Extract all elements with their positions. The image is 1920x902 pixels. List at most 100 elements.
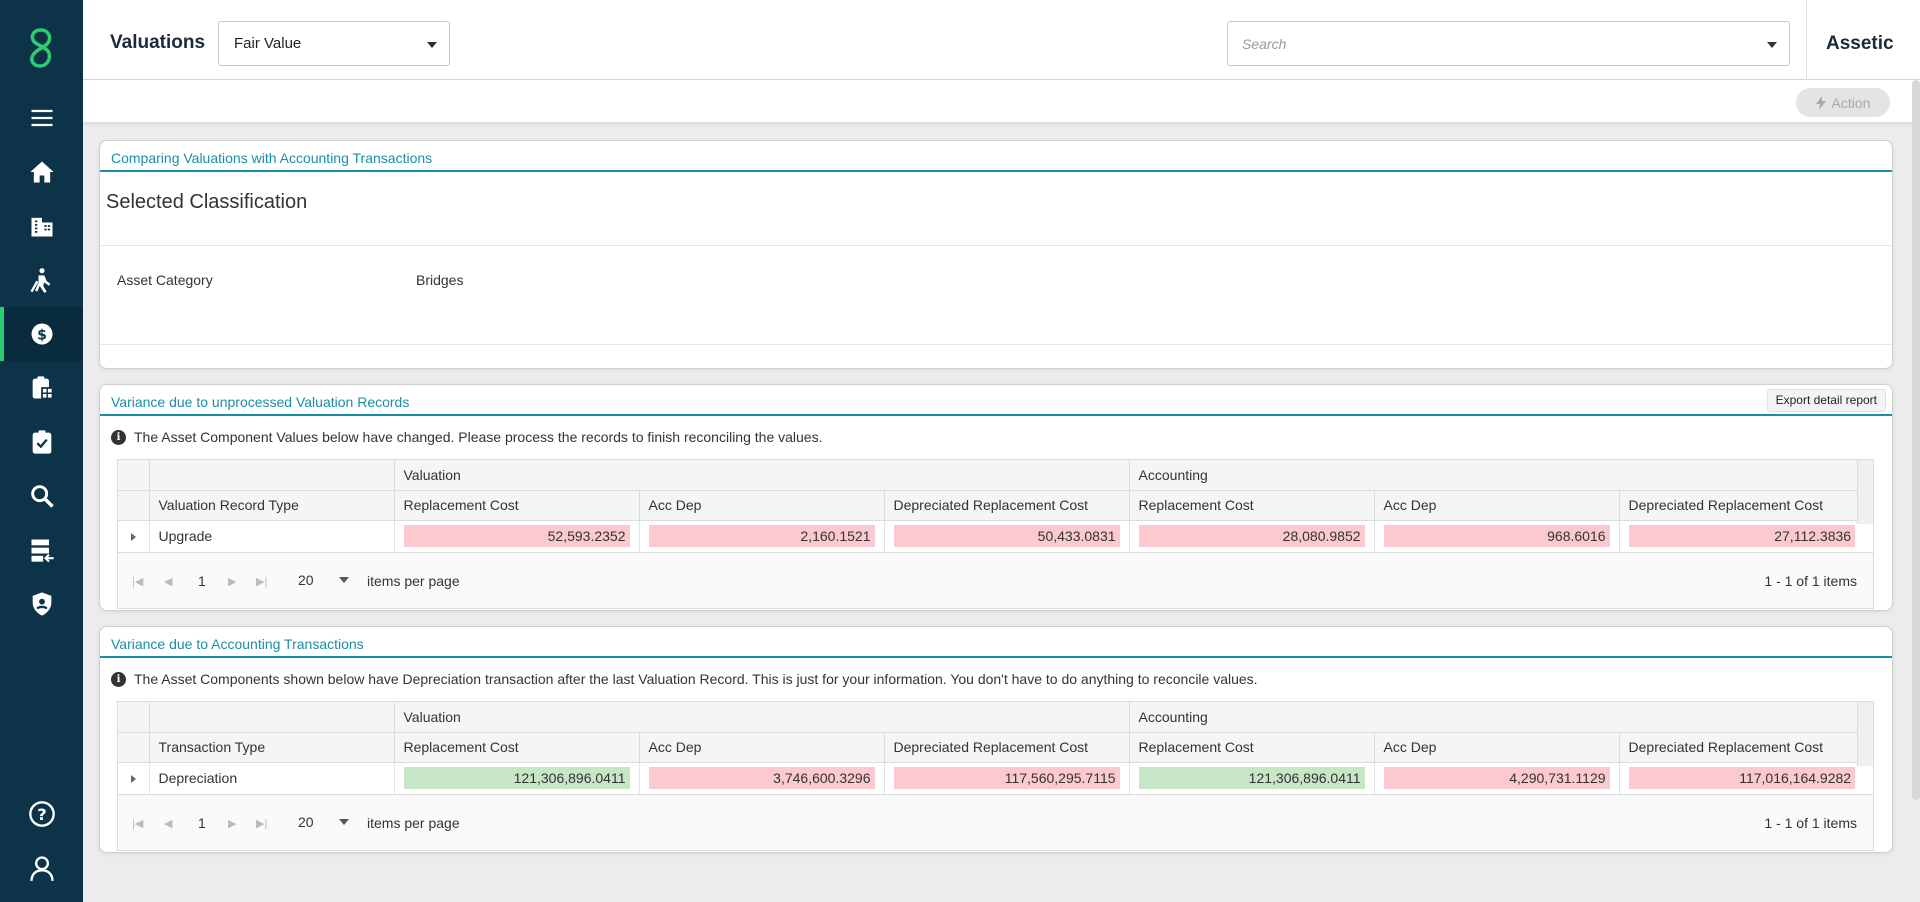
group-header-valuation: Valuation <box>393 460 1130 491</box>
info-text: The Asset Components shown below have De… <box>134 671 1258 687</box>
lightning-icon <box>1815 95 1826 110</box>
accounting-transactions-panel: Variance due to Accounting Transactions … <box>99 626 1893 853</box>
page-number[interactable]: 1 <box>198 573 206 589</box>
cell-acc-depreciated-cost: 27,112.3836 <box>1628 525 1856 548</box>
svg-text:$: $ <box>37 327 47 343</box>
brand-name: Assetic <box>1826 33 1894 54</box>
cell-val-depreciated-cost: 117,560,295.7115 <box>893 767 1120 790</box>
items-per-page-label: items per page <box>367 815 460 831</box>
next-page-icon[interactable]: ▶ <box>228 817 236 830</box>
col-header-acc-replacement-cost[interactable]: Replacement Cost <box>1128 732 1375 763</box>
cell-val-replacement-cost: 121,306,896.0411 <box>403 767 630 790</box>
action-bar: Action <box>83 80 1920 123</box>
info-icon: i <box>111 671 126 687</box>
search-placeholder: Search <box>1242 36 1287 52</box>
row-expand[interactable] <box>118 520 149 552</box>
row-expand[interactable] <box>118 762 149 794</box>
row-type: Upgrade <box>148 520 394 552</box>
chevron-down-icon[interactable] <box>339 577 349 583</box>
header-divider <box>1806 0 1807 80</box>
chevron-down-icon[interactable] <box>339 819 349 825</box>
panel-title-text: Variance due to unprocessed Valuation Re… <box>111 394 410 410</box>
export-detail-report-button[interactable]: Export detail report <box>1766 389 1886 412</box>
pager-total: 1 - 1 of 1 items <box>1764 815 1857 831</box>
page-size-select[interactable]: 20 <box>298 572 314 588</box>
divider <box>100 344 1892 345</box>
chevron-down-icon[interactable] <box>1767 42 1777 48</box>
panel-title: Variance due to Accounting Transactions <box>100 627 1892 658</box>
page-number[interactable]: 1 <box>198 815 206 831</box>
grid-table: Valuation Accounting Valuation Record Ty… <box>118 460 1865 552</box>
col-header-val-replacement-cost[interactable]: Replacement Cost <box>393 490 639 521</box>
group-header-accounting: Accounting <box>1128 702 1865 733</box>
fair-value-dropdown-label: Fair Value <box>234 35 302 52</box>
grid-scrollbar[interactable] <box>1857 702 1873 766</box>
checklist-icon[interactable] <box>0 415 83 469</box>
col-header-acc-acc-dep[interactable]: Acc Dep <box>1373 490 1620 521</box>
info-icon: i <box>111 429 126 445</box>
cell-acc-depreciated-cost: 117,016,164.9282 <box>1628 767 1856 790</box>
cell-acc-replacement-cost: 121,306,896.0411 <box>1138 767 1365 790</box>
user-icon[interactable] <box>0 841 83 895</box>
maintenance-worker-icon[interactable] <box>0 253 83 307</box>
clipboard-grid-icon[interactable] <box>0 361 83 415</box>
last-page-icon[interactable]: ▶| <box>256 817 267 830</box>
valuation-records-grid: Valuation Accounting Valuation Record Ty… <box>117 459 1874 609</box>
col-header-type[interactable]: Valuation Record Type <box>148 490 394 521</box>
search-input[interactable]: Search <box>1227 21 1790 66</box>
last-page-icon[interactable]: ▶| <box>256 575 267 588</box>
expand-arrow-icon[interactable] <box>130 775 136 784</box>
cell-val-replacement-cost: 52,593.2352 <box>403 525 630 548</box>
col-header-val-depreciated-cost[interactable]: Depreciated Replacement Cost <box>883 490 1130 521</box>
pager: |◀ ◀ 1 ▶ ▶| 20 items per page 1 - 1 of 1… <box>118 552 1873 608</box>
col-header-acc-replacement-cost[interactable]: Replacement Cost <box>1128 490 1375 521</box>
next-page-icon[interactable]: ▶ <box>228 575 236 588</box>
fair-value-dropdown[interactable]: Fair Value <box>218 21 450 66</box>
col-header-val-acc-dep[interactable]: Acc Dep <box>638 490 884 521</box>
data-import-icon[interactable] <box>0 523 83 577</box>
assetic-logo-icon[interactable] <box>22 26 60 70</box>
prev-page-icon[interactable]: ◀ <box>164 575 172 588</box>
page-size-select[interactable]: 20 <box>298 814 314 830</box>
action-button-label: Action <box>1831 94 1871 111</box>
col-header-acc-depreciated-cost[interactable]: Depreciated Replacement Cost <box>1618 732 1865 763</box>
table-row[interactable]: Upgrade 52,593.2352 2,160.1521 50,433.08… <box>118 520 1865 552</box>
home-icon[interactable] <box>0 145 83 199</box>
info-message: i The Asset Component Values below have … <box>111 429 822 445</box>
col-header-type[interactable]: Transaction Type <box>148 732 394 763</box>
prev-page-icon[interactable]: ◀ <box>164 817 172 830</box>
col-header-val-acc-dep[interactable]: Acc Dep <box>638 732 884 763</box>
help-icon[interactable]: ? <box>0 787 83 841</box>
grid-header-expand <box>118 732 149 763</box>
cell-val-depreciated-cost: 50,433.0831 <box>893 525 1120 548</box>
panel-title: Comparing Valuations with Accounting Tra… <box>100 141 1892 172</box>
first-page-icon[interactable]: |◀ <box>132 575 143 588</box>
search-icon[interactable] <box>0 469 83 523</box>
finance-icon[interactable]: $ <box>0 307 83 361</box>
building-icon[interactable] <box>0 199 83 253</box>
cell-val-acc-dep: 3,746,600.3296 <box>648 767 875 790</box>
grid-header-expand <box>118 490 149 521</box>
col-header-acc-depreciated-cost[interactable]: Depreciated Replacement Cost <box>1618 490 1865 521</box>
accounting-transactions-grid: Valuation Accounting Transaction Type Re… <box>117 701 1874 851</box>
page-scrollbar[interactable] <box>1912 80 1920 800</box>
col-header-acc-acc-dep[interactable]: Acc Dep <box>1373 732 1620 763</box>
action-button[interactable]: Action <box>1796 88 1890 117</box>
cell-val-acc-dep: 2,160.1521 <box>648 525 875 548</box>
table-row[interactable]: Depreciation 121,306,896.0411 3,746,600.… <box>118 762 1865 794</box>
cell-acc-acc-dep: 4,290,731.1129 <box>1383 767 1610 790</box>
menu-icon[interactable] <box>0 91 83 145</box>
divider <box>100 245 1892 246</box>
col-header-val-depreciated-cost[interactable]: Depreciated Replacement Cost <box>883 732 1130 763</box>
info-text: The Asset Component Values below have ch… <box>134 429 823 445</box>
chevron-down-icon <box>427 42 437 48</box>
group-header-valuation: Valuation <box>393 702 1130 733</box>
expand-arrow-icon[interactable] <box>130 533 136 542</box>
col-header-val-replacement-cost[interactable]: Replacement Cost <box>393 732 639 763</box>
pager-total: 1 - 1 of 1 items <box>1764 573 1857 589</box>
first-page-icon[interactable]: |◀ <box>132 817 143 830</box>
grid-scrollbar[interactable] <box>1857 460 1873 524</box>
unprocessed-valuation-panel: Variance due to unprocessed Valuation Re… <box>99 384 1893 611</box>
security-shield-icon[interactable] <box>0 577 83 631</box>
cell-acc-acc-dep: 968.6016 <box>1383 525 1610 548</box>
